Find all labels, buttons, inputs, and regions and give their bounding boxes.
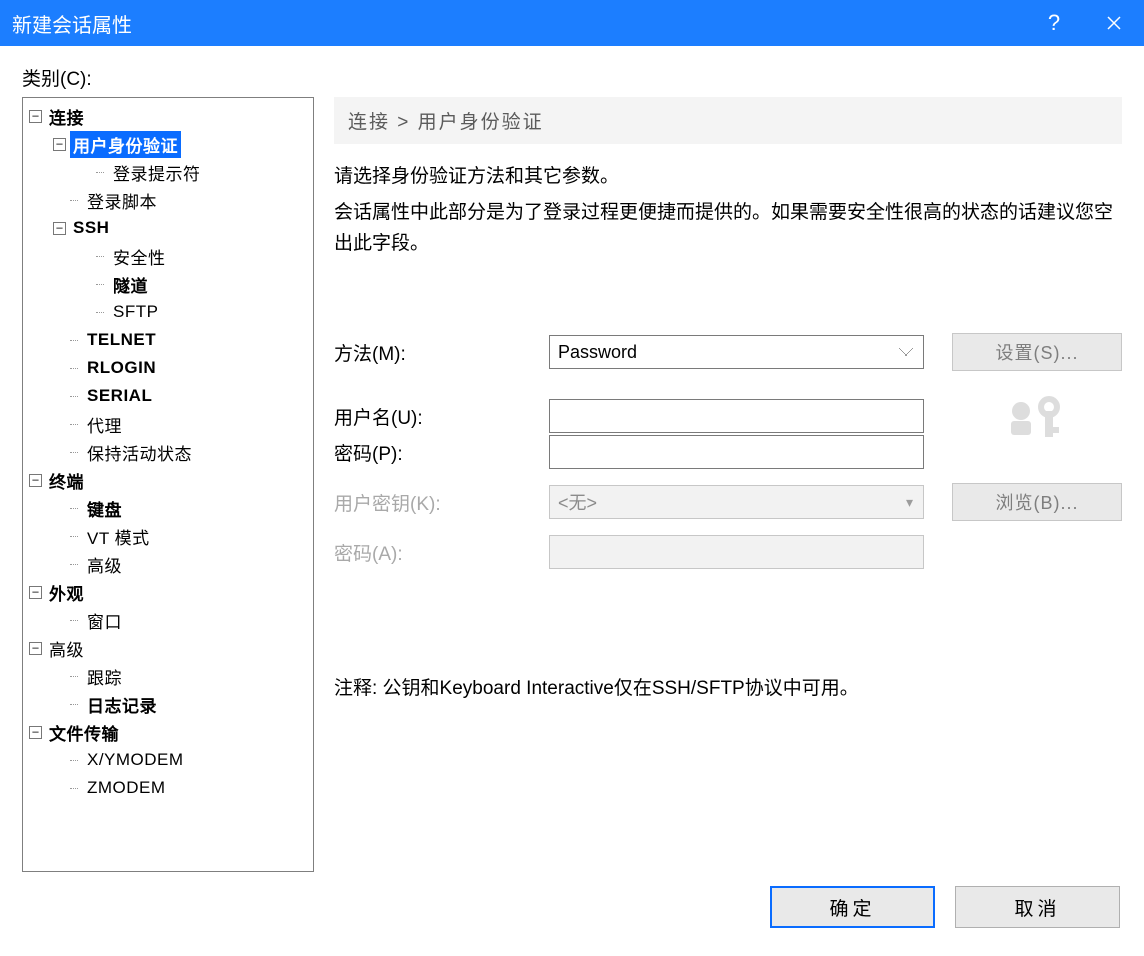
- tree-node-tunnel[interactable]: 隧道: [23, 270, 313, 298]
- tree-node-terminal[interactable]: −终端: [23, 466, 313, 494]
- username-input[interactable]: [549, 399, 924, 433]
- category-tree[interactable]: −连接 −用户身份验证 登录提示符 登录脚本 −SSH 安全性: [22, 97, 314, 872]
- userkey-label: 用户密钥(K):: [334, 489, 549, 516]
- method-select[interactable]: Password: [549, 335, 924, 369]
- collapse-icon[interactable]: −: [29, 110, 42, 123]
- description: 请选择身份验证方法和其它参数。 会话属性中此部分是为了登录过程更便捷而提供的。如…: [334, 162, 1122, 259]
- tree-node-window[interactable]: 窗口: [23, 606, 313, 634]
- tree-node-zmodem[interactable]: ZMODEM: [23, 774, 313, 802]
- close-button[interactable]: [1084, 0, 1144, 46]
- tree-node-ssh[interactable]: −SSH: [23, 214, 313, 242]
- tree-node-proxy[interactable]: 代理: [23, 410, 313, 438]
- tree-node-user-auth[interactable]: −用户身份验证: [23, 130, 313, 158]
- chevron-down-icon: ▾: [906, 494, 913, 511]
- tree-node-serial[interactable]: SERIAL: [23, 382, 313, 410]
- password-input[interactable]: [549, 435, 924, 469]
- cancel-button[interactable]: 取消: [955, 886, 1120, 928]
- tree-node-login-prompt[interactable]: 登录提示符: [23, 158, 313, 186]
- tree-node-telnet[interactable]: TELNET: [23, 326, 313, 354]
- collapse-icon[interactable]: −: [53, 222, 66, 235]
- userkey-select: <无> ▾: [549, 485, 924, 519]
- collapse-icon[interactable]: −: [29, 642, 42, 655]
- tree-node-sftp[interactable]: SFTP: [23, 298, 313, 326]
- tree-node-logging[interactable]: 日志记录: [23, 690, 313, 718]
- breadcrumb: 连接 > 用户身份验证: [334, 97, 1122, 144]
- password-label: 密码(P):: [334, 439, 549, 466]
- tree-node-rlogin[interactable]: RLOGIN: [23, 354, 313, 382]
- note-text: 注释: 公钥和Keyboard Interactive仅在SSH/SFTP协议中…: [334, 673, 1122, 700]
- tree-node-trace[interactable]: 跟踪: [23, 662, 313, 690]
- close-icon: [1106, 15, 1122, 31]
- tree-node-file-transfer[interactable]: −文件传输: [23, 718, 313, 746]
- window-title: 新建会话属性: [12, 9, 1024, 38]
- tree-node-connection[interactable]: −连接: [23, 102, 313, 130]
- user-key-icon: [952, 377, 1122, 455]
- category-label: 类别(C):: [22, 64, 1122, 91]
- help-button[interactable]: ?: [1024, 0, 1084, 46]
- tree-node-login-script[interactable]: 登录脚本: [23, 186, 313, 214]
- tree-node-advanced-term[interactable]: 高级: [23, 550, 313, 578]
- tree-node-keyboard[interactable]: 键盘: [23, 494, 313, 522]
- passphrase-input: [549, 535, 924, 569]
- passphrase-label: 密码(A):: [334, 539, 549, 566]
- method-label: 方法(M):: [334, 339, 549, 366]
- ok-button[interactable]: 确定: [770, 886, 935, 928]
- tree-node-keepalive[interactable]: 保持活动状态: [23, 438, 313, 466]
- collapse-icon[interactable]: −: [53, 138, 66, 151]
- tree-node-advanced[interactable]: −高级: [23, 634, 313, 662]
- tree-node-appearance[interactable]: −外观: [23, 578, 313, 606]
- tree-node-xymodem[interactable]: X/YMODEM: [23, 746, 313, 774]
- collapse-icon[interactable]: −: [29, 474, 42, 487]
- collapse-icon[interactable]: −: [29, 726, 42, 739]
- settings-panel: 连接 > 用户身份验证 请选择身份验证方法和其它参数。 会话属性中此部分是为了登…: [334, 97, 1122, 872]
- browse-button[interactable]: 浏览(B)...: [952, 483, 1122, 521]
- tree-node-vtmode[interactable]: VT 模式: [23, 522, 313, 550]
- collapse-icon[interactable]: −: [29, 586, 42, 599]
- tree-node-security[interactable]: 安全性: [23, 242, 313, 270]
- username-label: 用户名(U):: [334, 403, 549, 430]
- setup-button[interactable]: 设置(S)...: [952, 333, 1122, 371]
- titlebar: 新建会话属性 ?: [0, 0, 1144, 46]
